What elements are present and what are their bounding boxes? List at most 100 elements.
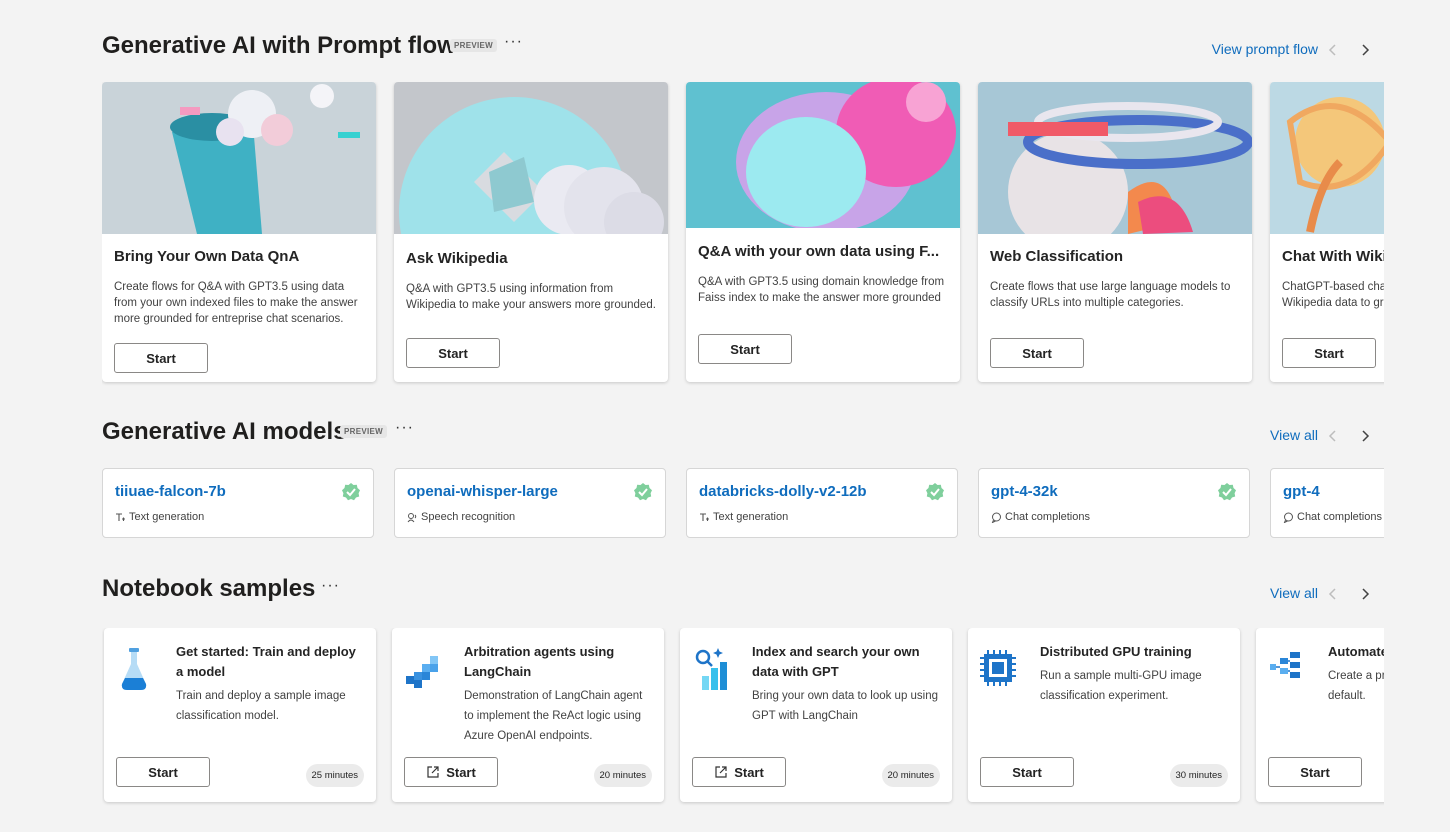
model-task-label: Text generation xyxy=(129,511,205,523)
card-illustration xyxy=(978,82,1252,234)
prompt-flow-card[interactable]: Q&A with your own data using F... Q&A wi… xyxy=(686,82,960,382)
text-generation-icon xyxy=(116,512,125,521)
index-search-icon xyxy=(695,648,727,690)
prev-arrow-icon[interactable] xyxy=(1326,43,1340,57)
notebook-card[interactable]: Index and search your own data with GPT … xyxy=(680,628,952,802)
notebook-card[interactable]: Arbitration agents using LangChain Demon… xyxy=(392,628,664,802)
model-card[interactable]: gpt-4-32k Chat completions xyxy=(978,468,1250,538)
flask-icon xyxy=(121,648,147,690)
start-button[interactable]: Start xyxy=(980,757,1074,787)
card-description: Q&A with GPT3.5 using information from W… xyxy=(406,283,656,311)
preview-badge: PREVIEW xyxy=(450,39,497,52)
prompt-flow-card[interactable]: Chat With Wikipedia ChatGPT-based chatbo… xyxy=(1270,82,1384,382)
verified-check-icon xyxy=(926,483,944,501)
notebook-card[interactable]: Automated ML Create a predictive model f… xyxy=(1256,628,1384,802)
blocks-icon xyxy=(406,656,438,688)
card-description: Q&A with GPT3.5 using domain knowledge f… xyxy=(698,276,945,304)
models-more-button[interactable]: ··· xyxy=(395,419,414,437)
automl-icon xyxy=(1270,652,1300,678)
card-description: Create flows that use large language mod… xyxy=(990,281,1231,309)
model-name-link[interactable]: tiiuae-falcon-7b xyxy=(115,483,226,500)
start-button[interactable]: Start xyxy=(1268,757,1362,787)
card-title: Bring Your Own Data QnA xyxy=(114,248,300,265)
duration-badge: 30 minutes xyxy=(1169,764,1228,787)
model-card[interactable]: openai-whisper-large Speech recognition xyxy=(394,468,666,538)
model-task: Text generation xyxy=(115,511,204,523)
start-button[interactable]: Start xyxy=(990,338,1084,368)
card-title: Chat With Wikipedia xyxy=(1282,248,1384,265)
card-title: Q&A with your own data using F... xyxy=(698,243,940,260)
model-name-link[interactable]: gpt-4 xyxy=(1283,483,1320,500)
model-name-link[interactable]: databricks-dolly-v2-12b xyxy=(699,483,867,500)
prompt-flow-card[interactable]: Ask Wikipedia Q&A with GPT3.5 using info… xyxy=(394,82,668,382)
view-all-notebooks-link[interactable]: View all xyxy=(1270,585,1318,601)
start-button-label: Start xyxy=(446,764,476,780)
prev-arrow-icon[interactable] xyxy=(1326,587,1340,601)
card-illustration xyxy=(394,82,668,234)
next-arrow-icon[interactable] xyxy=(1358,587,1372,601)
model-task-label: Chat completions xyxy=(1297,511,1382,523)
model-task-label: Chat completions xyxy=(1005,511,1090,523)
duration-badge: 20 minutes xyxy=(593,764,652,787)
model-card[interactable]: databricks-dolly-v2-12b Text generation xyxy=(686,468,958,538)
duration-badge: 25 minutes xyxy=(305,764,364,787)
notebooks-section: Notebook samples ··· View all Get starte… xyxy=(102,558,1402,828)
notebook-card[interactable]: Distributed GPU training Run a sample mu… xyxy=(968,628,1240,802)
model-task: Speech recognition xyxy=(407,511,515,523)
card-description: Create flows for Q&A with GPT3.5 using d… xyxy=(114,281,358,325)
notebook-title: Automated ML xyxy=(1328,644,1384,659)
card-title: Ask Wikipedia xyxy=(406,250,508,267)
gpu-chip-icon xyxy=(980,650,1016,686)
model-name-link[interactable]: gpt-4-32k xyxy=(991,483,1058,500)
notebook-title: Distributed GPU training xyxy=(1040,644,1192,659)
start-button[interactable]: Start xyxy=(116,757,210,787)
prompt-flow-more-button[interactable]: ··· xyxy=(504,33,523,51)
model-task: Chat completions xyxy=(1283,511,1382,523)
model-task: Text generation xyxy=(699,511,788,523)
prompt-flow-card[interactable]: Web Classification Create flows that use… xyxy=(978,82,1252,382)
start-button[interactable]: Start xyxy=(114,343,208,373)
models-title: Generative AI models xyxy=(102,418,347,445)
model-name-link[interactable]: openai-whisper-large xyxy=(407,483,558,500)
notebook-description: Train and deploy a sample image classifi… xyxy=(176,690,346,722)
notebook-title: Arbitration agents using LangChain xyxy=(464,644,615,679)
preview-badge: PREVIEW xyxy=(340,425,387,438)
start-button[interactable]: Start xyxy=(406,338,500,368)
open-external-icon xyxy=(715,766,727,778)
start-button[interactable]: Start xyxy=(692,757,786,787)
next-arrow-icon[interactable] xyxy=(1358,43,1372,57)
start-button[interactable]: Start xyxy=(698,334,792,364)
prompt-flow-section: Generative AI with Prompt flow PREVIEW ·… xyxy=(102,0,1402,400)
models-section: Generative AI models PREVIEW ··· View al… xyxy=(102,400,1402,550)
prev-arrow-icon[interactable] xyxy=(1326,429,1340,443)
notebooks-more-button[interactable]: ··· xyxy=(321,577,340,595)
start-button-label: Start xyxy=(734,764,764,780)
model-card[interactable]: tiiuae-falcon-7b Text generation xyxy=(102,468,374,538)
prompt-flow-card[interactable]: Bring Your Own Data QnA Create flows for… xyxy=(102,82,376,382)
start-button[interactable]: Start xyxy=(404,757,498,787)
notebook-title: Get started: Train and deploy a model xyxy=(176,644,356,679)
card-description: ChatGPT-based chatbot that leverages Wik… xyxy=(1282,281,1384,309)
open-external-icon xyxy=(427,766,439,778)
notebooks-card-strip: Get started: Train and deploy a model Tr… xyxy=(102,628,1384,808)
notebook-description: Bring your own data to look up using GPT… xyxy=(752,690,939,722)
view-all-models-link[interactable]: View all xyxy=(1270,427,1318,443)
start-button[interactable]: Start xyxy=(1282,338,1376,368)
chat-icon xyxy=(1283,512,1293,523)
duration-badge: 20 minutes xyxy=(881,764,940,787)
text-generation-icon xyxy=(700,512,709,521)
notebook-description: Run a sample multi-GPU image classificat… xyxy=(1040,670,1202,702)
models-card-strip: tiiuae-falcon-7b Text generation openai-… xyxy=(102,468,1384,542)
notebook-card[interactable]: Get started: Train and deploy a model Tr… xyxy=(104,628,376,802)
chat-icon xyxy=(991,512,1001,523)
card-illustration xyxy=(1270,82,1384,234)
prompt-flow-title: Generative AI with Prompt flow xyxy=(102,32,456,59)
model-task-label: Text generation xyxy=(713,511,789,523)
model-task-label: Speech recognition xyxy=(421,511,516,523)
view-prompt-flow-link[interactable]: View prompt flow xyxy=(1212,41,1318,57)
model-card[interactable]: gpt-4 Chat completions xyxy=(1270,468,1384,538)
notebooks-title: Notebook samples xyxy=(102,575,316,602)
verified-check-icon xyxy=(1218,483,1236,501)
verified-check-icon xyxy=(634,483,652,501)
next-arrow-icon[interactable] xyxy=(1358,429,1372,443)
